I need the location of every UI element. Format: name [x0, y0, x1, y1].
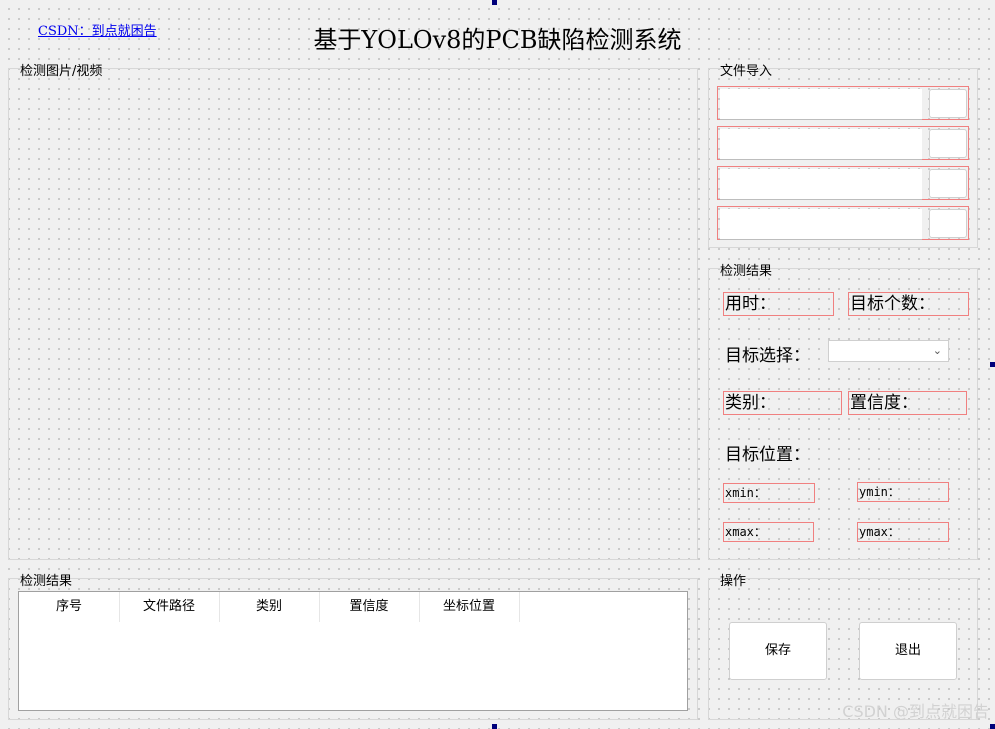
file-path-input-4[interactable] [720, 209, 922, 240]
column-header-index[interactable]: 序号 [19, 592, 120, 622]
ymin-label: ymin： [857, 482, 949, 502]
target-position-label: 目标位置： [725, 445, 810, 465]
resize-handle-bottom[interactable] [492, 724, 497, 729]
resize-handle-right[interactable] [990, 362, 995, 367]
file-import-title: 文件导入 [720, 64, 773, 79]
column-header-class[interactable]: 类别 [219, 592, 320, 622]
detect-result-title: 检测结果 [720, 264, 773, 279]
browse-button-4[interactable] [929, 209, 967, 238]
class-label: 类别： [723, 391, 842, 415]
file-row-3 [717, 166, 969, 200]
resize-handle-top[interactable] [492, 0, 497, 5]
confidence-label: 置信度： [848, 391, 967, 415]
chevron-down-icon: ⌄ [932, 344, 942, 357]
browse-button-2[interactable] [929, 129, 967, 158]
time-label: 用时： [723, 292, 834, 316]
result-table-title: 检测结果 [20, 574, 73, 589]
column-header-file-path[interactable]: 文件路径 [119, 592, 220, 622]
file-row-1 [717, 86, 969, 120]
exit-button[interactable]: 退出 [859, 622, 957, 680]
browse-button-1[interactable] [929, 89, 967, 118]
xmin-label: xmin： [723, 483, 815, 503]
watermark: CSDN @到点就困告 [842, 702, 989, 721]
operations-title: 操作 [720, 574, 747, 589]
result-table[interactable]: 序号 文件路径 类别 置信度 坐标位置 [18, 591, 688, 711]
file-path-input-2[interactable] [720, 129, 922, 160]
page-title: 基于YOLOv8的PCB缺陷检测系统 [313, 26, 682, 54]
resize-handle-corner[interactable] [990, 724, 995, 729]
file-path-input-1[interactable] [720, 89, 922, 120]
ymax-label: ymax： [857, 522, 949, 542]
column-header-coordinates[interactable]: 坐标位置 [419, 592, 520, 622]
file-row-2 [717, 126, 969, 160]
column-header-confidence[interactable]: 置信度 [319, 592, 420, 622]
file-row-4 [717, 206, 969, 240]
target-select-combobox[interactable]: ⌄ [828, 340, 949, 362]
target-select-label: 目标选择： [725, 346, 810, 366]
target-count-label: 目标个数： [848, 292, 969, 316]
browse-button-3[interactable] [929, 169, 967, 198]
save-button[interactable]: 保存 [729, 622, 827, 680]
display-panel [8, 68, 698, 560]
xmax-label: xmax： [723, 522, 814, 542]
display-panel-title: 检测图片/视频 [20, 64, 103, 79]
file-path-input-3[interactable] [720, 169, 922, 200]
